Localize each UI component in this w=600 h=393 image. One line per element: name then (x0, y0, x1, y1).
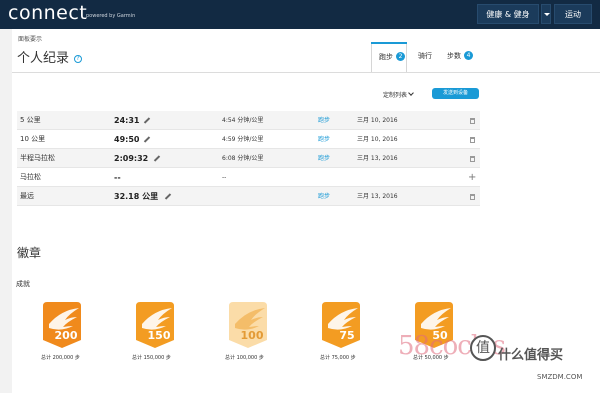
badge-caption: 总计 150,000 步 (132, 355, 171, 361)
page-title: 个人纪录 (17, 51, 70, 66)
send-to-device-button[interactable]: 发送到设备 (432, 88, 479, 99)
trash-icon[interactable] (470, 118, 475, 124)
activity-link[interactable]: 跑步 (318, 187, 330, 206)
health-fitness-menu-button[interactable]: 健康 & 健身 (477, 4, 539, 24)
table-row: 马拉松 -- -- + (17, 168, 480, 187)
achievements-subtitle: 成就 (16, 280, 30, 288)
edit-pencil-icon[interactable] (143, 117, 151, 124)
record-name: 半程马拉松 (20, 154, 55, 162)
tab-steps[interactable]: 步数 4 (440, 42, 476, 72)
tab-cycling-label: 骑行 (418, 52, 432, 60)
breadcrumb[interactable]: 面板要示 (18, 34, 42, 43)
badge-caption: 总计 200,000 步 (41, 355, 80, 361)
record-pace: 4:59 分钟/公里 (222, 136, 264, 143)
table-row: 最远 32.18 公里 跑步 三月 13, 2016 (17, 187, 480, 206)
svg-text:100: 100 (241, 329, 264, 342)
tab-running-count-badge: 2 (396, 52, 405, 61)
table-row: 10 公里 49:50 4:59 分钟/公里 跑步 三月 10, 2016 (17, 130, 480, 149)
trash-icon[interactable] (470, 137, 475, 143)
table-row: 5 公里 24:31 4:54 分钟/公里 跑步 三月 10, 2016 (17, 111, 480, 130)
customize-list-label: 定制列表 (383, 92, 408, 99)
edit-pencil-icon[interactable] (153, 155, 161, 162)
record-pace: 4:54 分钟/公里 (222, 117, 264, 124)
watermark-site-url: SMZDM.COM (537, 373, 583, 381)
svg-text:75: 75 (339, 329, 354, 342)
wing-badge-icon: 200 (43, 302, 81, 348)
help-icon[interactable]: ? (74, 55, 82, 63)
health-fitness-chevron-down-icon[interactable] (541, 4, 551, 24)
sports-menu-button[interactable]: 运动 (554, 4, 592, 24)
top-navigation-bar: connect powered by Garmin 健康 & 健身 运动 (0, 0, 600, 29)
record-value: 24:31 (114, 116, 140, 125)
badge-caption: 总计 75,000 步 (320, 355, 356, 361)
record-pace: 6:08 分钟/公里 (222, 155, 264, 162)
activity-link[interactable]: 跑步 (318, 111, 330, 130)
record-name: 马拉松 (20, 173, 41, 181)
record-value: 49:50 (114, 135, 140, 144)
tab-steps-count-badge: 4 (464, 51, 473, 60)
watermark-site-text: 什么值得买 (498, 348, 564, 363)
edit-pencil-icon[interactable] (164, 193, 172, 200)
record-value: -- (114, 173, 121, 182)
wing-badge-icon: 150 (136, 302, 174, 348)
tab-divider (12, 72, 600, 73)
record-name: 最远 (20, 192, 34, 200)
svg-text:150: 150 (148, 329, 171, 342)
record-value: 2:09:32 (114, 154, 149, 163)
wing-badge-icon: 100 (229, 302, 267, 348)
watermark-logo-icon: 值 (470, 335, 496, 361)
connect-logo[interactable]: connect (8, 2, 87, 24)
badges-section-title: 徽章 (17, 246, 42, 260)
record-date: 三月 10, 2016 (357, 136, 398, 143)
tab-cycling[interactable]: 骑行 (411, 42, 439, 72)
record-date: 三月 13, 2016 (357, 193, 398, 200)
tab-running-label: 跑步 (379, 53, 393, 61)
logo-subtitle: powered by Garmin (86, 13, 136, 19)
record-date: 三月 10, 2016 (357, 117, 398, 124)
record-value: 32.18 公里 (114, 192, 159, 201)
activity-link[interactable]: 跑步 (318, 149, 330, 168)
edit-pencil-icon[interactable] (143, 136, 151, 143)
tab-running[interactable]: 跑步 2 (371, 42, 407, 72)
tab-steps-label: 步数 (447, 52, 461, 60)
customize-list-dropdown[interactable]: 定制列表 (383, 90, 414, 99)
activity-link[interactable]: 跑步 (318, 130, 330, 149)
table-row: 半程马拉松 2:09:32 6:08 分钟/公里 跑步 三月 13, 2016 (17, 149, 480, 168)
record-name: 5 公里 (20, 116, 41, 124)
record-name: 10 公里 (20, 135, 46, 143)
record-date: 三月 13, 2016 (357, 155, 398, 162)
add-record-plus-icon[interactable]: + (468, 168, 476, 187)
trash-icon[interactable] (470, 194, 475, 200)
record-pace: -- (222, 174, 227, 181)
badge-caption: 总计 100,000 步 (225, 355, 264, 361)
chevron-down-icon (408, 90, 414, 96)
wing-badge-icon: 75 (322, 302, 360, 348)
trash-icon[interactable] (470, 156, 475, 162)
svg-text:200: 200 (55, 329, 78, 342)
personal-records-panel: 面板要示 个人纪录 ? 跑步 2 骑行 步数 4 定制列表 发送到设备 5 公里 2… (12, 29, 600, 393)
